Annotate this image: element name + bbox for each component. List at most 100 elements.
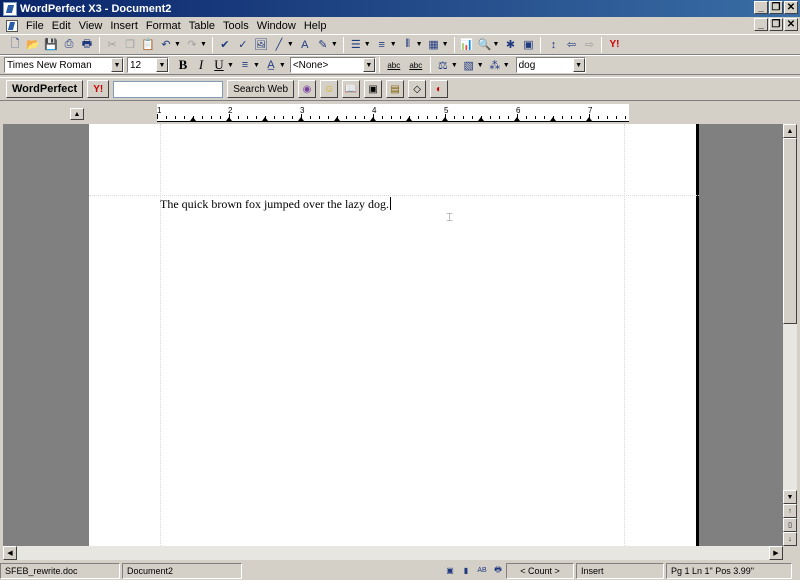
bullets-dropdown-icon[interactable]: ▼ — [390, 41, 397, 48]
yahoo-icon[interactable]: Y! — [606, 37, 622, 53]
search-web-button[interactable]: Search Web — [227, 80, 295, 98]
bullets-icon[interactable]: ≡ — [374, 37, 390, 53]
tab-stop-marker[interactable] — [406, 117, 412, 121]
menu-help[interactable]: Help — [300, 20, 331, 32]
cut-icon[interactable]: ✂ — [104, 37, 120, 53]
reveal-codes-icon[interactable]: ▣ — [520, 37, 536, 53]
smiley-icon[interactable]: ☺ — [320, 80, 339, 98]
bold-button[interactable]: B — [175, 57, 191, 73]
table-dropdown-icon[interactable]: ▼ — [442, 41, 449, 48]
menu-window[interactable]: Window — [253, 20, 300, 32]
status-document[interactable]: Document2 — [122, 562, 242, 579]
status-filename[interactable]: SFEB_rewrite.doc — [0, 562, 120, 579]
doc-minimize-button[interactable]: _ — [754, 18, 768, 31]
font-select[interactable]: Times New Roman ▼ — [4, 57, 124, 73]
font-attributes-icon[interactable]: A̲ — [263, 57, 279, 73]
chevron-down-icon[interactable]: ▼ — [572, 58, 585, 72]
tab-stop-marker[interactable] — [478, 117, 484, 121]
chart-icon[interactable]: 📊 — [459, 37, 475, 53]
font-attributes-dropdown-icon[interactable]: ▼ — [279, 62, 286, 69]
menu-insert[interactable]: Insert — [106, 20, 142, 32]
tab-stop-marker[interactable] — [550, 117, 556, 121]
numbering-dropdown-icon[interactable]: ▼ — [364, 41, 371, 48]
wordperfect-app-icon[interactable] — [3, 1, 17, 16]
special-chars-dropdown-icon[interactable]: ▼ — [503, 62, 510, 69]
italic-button[interactable]: I — [193, 57, 209, 73]
maximize-button[interactable]: ❒ — [769, 1, 783, 14]
camera-icon[interactable]: ▣ — [364, 80, 383, 98]
special-chars-icon[interactable]: ⁂ — [487, 57, 503, 73]
chevron-down-icon[interactable]: ▼ — [156, 58, 168, 72]
columns-dropdown-icon[interactable]: ▼ — [416, 41, 423, 48]
save-icon[interactable]: 💾 — [43, 37, 59, 53]
asterisk-icon[interactable]: ✱ — [502, 37, 518, 53]
grammar-as-you-go-button[interactable]: abc — [406, 57, 426, 73]
browse-page-icon[interactable]: ▯ — [783, 518, 797, 532]
spell-check-icon[interactable]: ✔ — [217, 37, 233, 53]
format-dropdown-icon[interactable]: ▼ — [451, 62, 458, 69]
numbering-icon[interactable]: ☰ — [348, 37, 364, 53]
format-tool-icon[interactable]: ⚖ — [435, 57, 451, 73]
menu-tools[interactable]: Tools — [219, 20, 253, 32]
menu-file[interactable]: File — [22, 20, 48, 32]
close-button[interactable]: ✕ — [784, 1, 798, 14]
tab-stop-marker[interactable] — [190, 117, 196, 121]
scroll-thumb[interactable] — [783, 138, 797, 324]
ruler-toggle-icon[interactable]: ▲ — [70, 108, 84, 120]
textbox-icon[interactable]: A — [297, 37, 313, 53]
justification-icon[interactable]: ≡ — [237, 57, 253, 73]
copy-icon[interactable]: ❐ — [122, 37, 138, 53]
spell-status-icon[interactable]: AB — [476, 565, 488, 577]
line-icon[interactable]: ╱ — [271, 37, 287, 53]
caps-icon[interactable]: ▮ — [460, 565, 472, 577]
print-icon[interactable]: 🖶 — [79, 37, 95, 53]
search-input[interactable] — [113, 80, 224, 98]
open-icon[interactable]: 📂 — [25, 37, 41, 53]
document-body[interactable]: The quick brown fox jumped over the lazy… — [160, 197, 391, 212]
tab-stop-marker[interactable] — [226, 117, 232, 121]
grammar-icon[interactable]: ✓ — [235, 37, 251, 53]
zoom-icon[interactable]: 🔍 — [477, 37, 493, 53]
line-dropdown-icon[interactable]: ▼ — [287, 41, 294, 48]
previous-page-icon[interactable]: ↑ — [783, 504, 797, 518]
document-page[interactable]: The quick brown fox jumped over the lazy… — [89, 124, 699, 546]
redo-icon[interactable]: ↷ — [184, 37, 200, 53]
minimize-button[interactable]: _ — [754, 1, 768, 14]
undo-icon[interactable]: ↶ — [158, 37, 174, 53]
mail-icon[interactable]: ◐ — [430, 80, 449, 98]
undo-dropdown-icon[interactable]: ▼ — [174, 41, 181, 48]
menu-view[interactable]: View — [75, 20, 107, 32]
back-icon[interactable]: ⇦ — [563, 37, 579, 53]
scroll-left-icon[interactable]: ◀ — [3, 546, 17, 560]
resize-icon[interactable]: ↕ — [545, 37, 561, 53]
status-position[interactable]: Pg 1 Ln 1" Pos 3.99" — [666, 562, 792, 579]
find-select[interactable]: dog ▼ — [515, 57, 586, 73]
shadow-cursor-icon[interactable]: ▣ — [444, 565, 456, 577]
redo-dropdown-icon[interactable]: ▼ — [200, 41, 207, 48]
fill-dropdown-icon[interactable]: ▼ — [477, 62, 484, 69]
eraser-icon[interactable]: ◇ — [408, 80, 427, 98]
underline-dropdown-icon[interactable]: ▼ — [227, 62, 234, 69]
tab-stop-marker[interactable] — [298, 117, 304, 121]
tab-stop-marker[interactable] — [334, 117, 340, 121]
yahoo-messenger-icon[interactable]: ◉ — [298, 80, 317, 98]
spell-as-you-go-button[interactable]: abc — [384, 57, 404, 73]
yahoo-button[interactable]: Y! — [87, 80, 110, 98]
tab-stop-marker[interactable] — [442, 117, 448, 121]
ruler[interactable]: 1 2 3 4 5 6 7 — [157, 104, 629, 122]
scroll-right-icon[interactable]: ▶ — [769, 546, 783, 560]
briefcase-icon[interactable]: ▤ — [386, 80, 405, 98]
book-icon[interactable]: 📖 — [342, 80, 361, 98]
print-preview-icon[interactable]: ⎙ — [61, 37, 77, 53]
zoom-dropdown-icon[interactable]: ▼ — [493, 41, 500, 48]
highlight-dropdown-icon[interactable]: ▼ — [331, 41, 338, 48]
forward-icon[interactable]: ⇨ — [581, 37, 597, 53]
doc-restore-button[interactable]: ❒ — [769, 18, 783, 31]
printer-status-icon[interactable]: 🖶 — [492, 565, 504, 577]
count-button[interactable]: < Count > — [506, 562, 574, 579]
font-size-select[interactable]: 12 ▼ — [127, 57, 169, 73]
underline-button[interactable]: U — [211, 57, 227, 73]
fill-icon[interactable]: ▧ — [461, 57, 477, 73]
table-icon[interactable]: ▦ — [426, 37, 442, 53]
chevron-down-icon[interactable]: ▼ — [362, 58, 375, 72]
